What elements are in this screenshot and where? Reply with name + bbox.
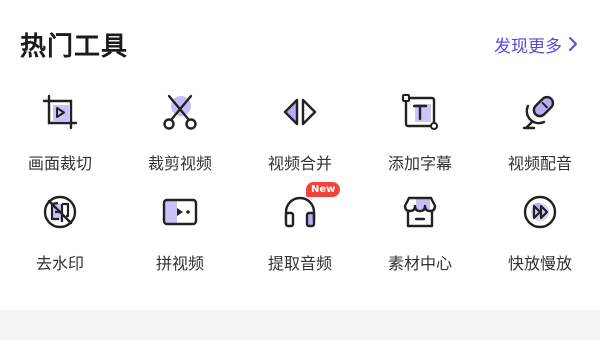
tool-label: 画面裁切 [27, 154, 92, 173]
tool-label: 视频配音 [507, 154, 572, 173]
tool-extract-audio[interactable]: New 提取音频 [240, 182, 360, 290]
tool-label: 快放慢放 [507, 254, 572, 273]
tool-voiceover[interactable]: 视频配音 [480, 90, 600, 190]
tool-label: 添加字幕 [387, 154, 452, 173]
tool-label: 裁剪视频 [147, 154, 212, 173]
merge-arrows-icon [278, 90, 322, 134]
discover-more-link[interactable]: 发现更多 [494, 32, 580, 57]
store-icon [398, 190, 442, 234]
tool-label: 去水印 [35, 254, 84, 273]
tool-speed-control[interactable]: 快放慢放 [480, 190, 600, 290]
tool-remove-watermark[interactable]: 去水印 [0, 190, 120, 290]
microphone-icon [518, 90, 562, 134]
tool-cut-video[interactable]: 裁剪视频 [120, 90, 240, 190]
tool-label: 拼视频 [155, 254, 204, 273]
tool-merge-video[interactable]: 视频合并 [240, 90, 360, 190]
text-box-icon [398, 90, 442, 134]
tool-splice-video[interactable]: 拼视频 [120, 190, 240, 290]
tool-label: 素材中心 [387, 254, 452, 273]
splice-video-icon [158, 190, 202, 234]
discover-more-label: 发现更多 [494, 36, 562, 57]
scissors-icon [158, 90, 202, 134]
headphones-icon: New [278, 182, 341, 234]
chevron-right-icon [569, 37, 577, 51]
remove-watermark-icon [38, 190, 82, 234]
speed-icon [518, 190, 562, 234]
tool-label: 提取音频 [267, 254, 332, 273]
crop-frame-icon [38, 90, 82, 134]
tool-crop-frame[interactable]: 画面裁切 [0, 90, 120, 190]
new-badge: New [306, 182, 341, 197]
tools-grid: 画面裁切 裁剪视频 视频合并 添加字幕 视频配音 去水印 拼视频 New 提取音… [0, 90, 600, 290]
section-divider [0, 310, 600, 340]
tool-label: 视频合并 [267, 154, 332, 173]
section-title: 热门工具 [20, 31, 129, 62]
tool-material-center[interactable]: 素材中心 [360, 190, 480, 290]
tool-add-subtitles[interactable]: 添加字幕 [360, 90, 480, 190]
tools-header: 热门工具 发现更多 [20, 22, 580, 66]
